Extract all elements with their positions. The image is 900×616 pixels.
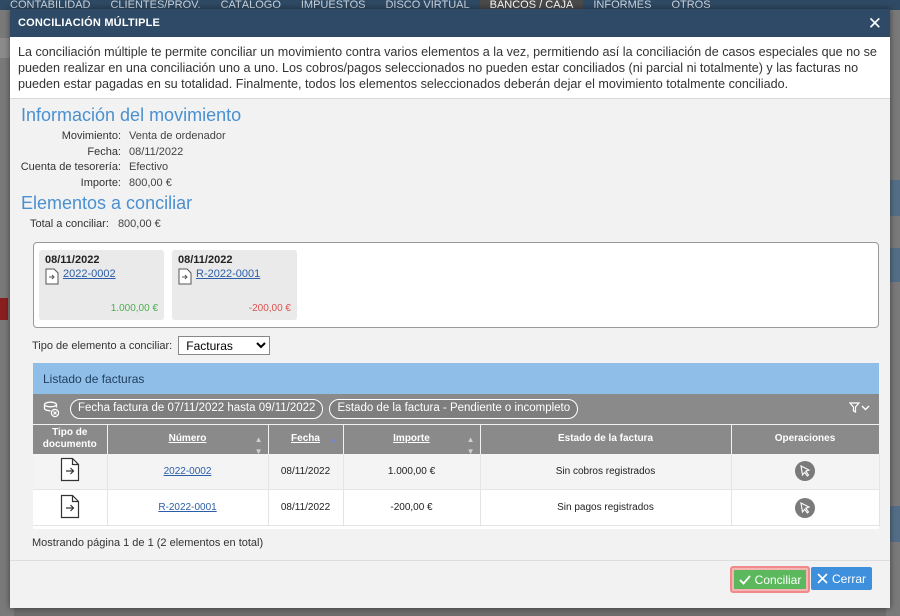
cerrar-button[interactable]: Cerrar xyxy=(811,567,872,590)
dialog-title: CONCILIACIÓN MÚLTIPLE xyxy=(18,17,161,29)
filter-chip-fecha[interactable]: Fecha factura de 07/11/2022 hasta 09/11/… xyxy=(70,399,324,419)
conciliar-label: Conciliar xyxy=(754,572,802,587)
movimiento-heading: Información del movimiento xyxy=(21,105,242,125)
total-value: 800,00 € xyxy=(117,218,161,230)
conciliacion-multiple-dialog: CONCILIACIÓN MÚLTIPLE ✕ La conciliación … xyxy=(10,9,890,608)
col-importe[interactable]: Importe ▲ ▼ xyxy=(343,424,481,456)
col-numero[interactable]: Número ▲ ▼ xyxy=(107,424,269,456)
intro-text: La conciliación múltiple te permite conc… xyxy=(10,37,890,99)
sort-icon: ▲ ▼ xyxy=(466,435,475,456)
col-numero-link[interactable]: Número xyxy=(169,433,207,444)
movimiento-label: Movimiento: xyxy=(61,130,121,142)
row-estado: Sin cobros registrados xyxy=(480,453,732,490)
card-amount: 1.000,00 € xyxy=(110,303,158,314)
close-icon xyxy=(817,573,828,584)
cerrar-label: Cerrar xyxy=(831,571,866,586)
select-cursor-icon[interactable] xyxy=(795,461,815,482)
row-numero-link[interactable]: 2022-0002 xyxy=(164,466,212,477)
importe-value: 800,00 € xyxy=(129,176,172,189)
selected-elements-box: 08/11/2022 2022-0002 1.000,00 € 08/11/20… xyxy=(33,242,879,328)
sort-icon: ▲ ▼ xyxy=(254,435,263,456)
doc-type-cell xyxy=(33,453,108,490)
conciliar-button[interactable]: Conciliar xyxy=(730,566,810,593)
movimiento-info: Movimiento: Venta de ordenador Fecha: 08… xyxy=(10,129,890,191)
select-cursor-icon[interactable] xyxy=(795,497,815,518)
filter-dropdown-icon[interactable] xyxy=(848,402,871,417)
filter-bar: Fecha factura de 07/11/2022 hasta 09/11/… xyxy=(33,394,879,424)
row-operaciones xyxy=(731,489,880,526)
doc-type-cell xyxy=(33,489,108,526)
total-row: Total a conciliar: 800,00 € xyxy=(10,214,890,232)
row-operaciones xyxy=(731,453,880,490)
row-importe: 1.000,00 € xyxy=(343,453,481,490)
row-importe: -200,00 € xyxy=(343,489,481,526)
facturas-list-panel: Listado de facturas Fecha factura de 07/… xyxy=(33,363,880,529)
row-fecha: 08/11/2022 xyxy=(268,489,344,526)
element-card[interactable]: 08/11/2022 2022-0002 1.000,00 € xyxy=(39,250,164,320)
table-row: 2022-0002 08/11/2022 1.000,00 € Sin cobr… xyxy=(33,453,880,490)
type-label: Tipo de elemento a conciliar: xyxy=(32,339,173,352)
importe-label: Importe: xyxy=(80,176,121,189)
cuenta-label: Cuenta de tesorería: xyxy=(20,161,121,173)
document-arrow-icon xyxy=(178,268,192,285)
list-title: Listado de facturas xyxy=(33,363,879,394)
facturas-table: Tipo de documento Número ▲ ▼ Fecha ▼ Import… xyxy=(33,424,880,526)
element-card[interactable]: 08/11/2022 R-2022-0001 -200,00 € xyxy=(172,250,297,320)
col-importe-link[interactable]: Importe xyxy=(393,433,430,444)
sort-desc-icon: ▼ xyxy=(329,437,338,446)
footer-divider xyxy=(10,560,890,561)
cuenta-value: Efectivo xyxy=(129,161,169,173)
type-select[interactable]: Facturas xyxy=(178,336,271,355)
document-arrow-icon xyxy=(60,494,79,518)
row-numero-link[interactable]: R-2022-0001 xyxy=(158,502,216,513)
col-fecha[interactable]: Fecha ▼ xyxy=(268,424,344,454)
col-operaciones: Operaciones xyxy=(731,424,880,454)
dialog-header: CONCILIACIÓN MÚLTIPLE ✕ xyxy=(10,9,890,37)
movimiento-value: Venta de ordenador xyxy=(129,130,226,142)
row-estado: Sin pagos registrados xyxy=(480,489,732,526)
card-date: 08/11/2022 xyxy=(178,254,233,266)
table-row: R-2022-0001 08/11/2022 -200,00 € Sin pag… xyxy=(33,489,880,526)
document-arrow-icon xyxy=(45,268,59,285)
col-estado: Estado de la factura xyxy=(480,424,732,454)
backdrop-red-block xyxy=(0,298,8,320)
card-doc-link[interactable]: R-2022-0001 xyxy=(196,268,260,280)
filter-chip-estado[interactable]: Estado de la factura - Pendiente o incom… xyxy=(329,399,579,419)
document-arrow-icon xyxy=(60,458,79,482)
col-tipo-documento: Tipo de documento xyxy=(33,424,108,454)
elementos-heading: Elementos a conciliar xyxy=(21,193,193,213)
card-date: 08/11/2022 xyxy=(45,254,100,266)
type-row: Tipo de elemento a conciliar: Facturas xyxy=(32,336,271,355)
check-icon xyxy=(739,574,751,585)
row-fecha: 08/11/2022 xyxy=(268,453,344,490)
pager-text: Mostrando página 1 de 1 (2 elementos en … xyxy=(32,537,264,549)
total-label: Total a conciliar: xyxy=(30,218,109,230)
filter-clear-icon[interactable] xyxy=(43,401,60,418)
fecha-label: Fecha: xyxy=(87,145,121,158)
close-icon[interactable]: ✕ xyxy=(868,15,882,32)
fecha-value: 08/11/2022 xyxy=(129,145,184,158)
card-amount: -200,00 € xyxy=(248,303,291,314)
card-doc-link[interactable]: 2022-0002 xyxy=(63,268,116,280)
col-fecha-link[interactable]: Fecha xyxy=(291,433,320,444)
